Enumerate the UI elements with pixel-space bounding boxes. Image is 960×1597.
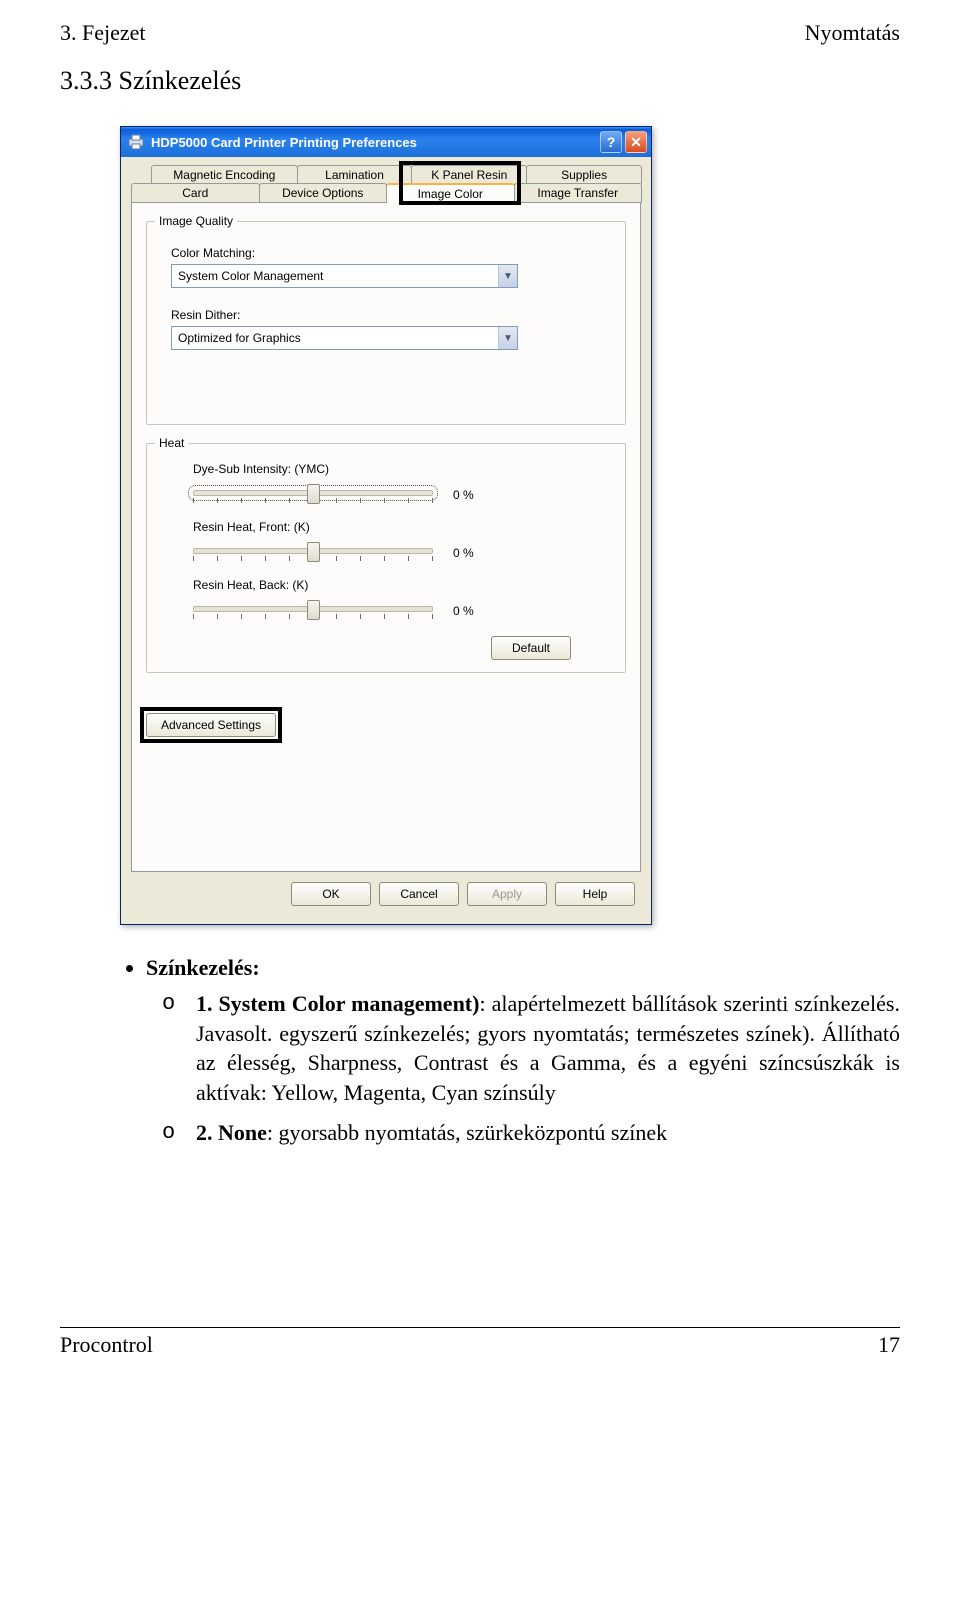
slider-dye-sub-intensity[interactable] xyxy=(193,480,433,510)
list-item: 1. System Color management): alapértelme… xyxy=(196,989,900,1108)
header-right: Nyomtatás xyxy=(805,20,900,46)
preferences-dialog: HDP5000 Card Printer Printing Preference… xyxy=(120,126,652,925)
bullet-section: Színkezelés: 1. System Color management)… xyxy=(120,955,900,1147)
tab-panel-image-color: Image Quality Color Matching: System Col… xyxy=(131,202,641,872)
resin-dither-value: Optimized for Graphics xyxy=(172,331,498,345)
slider-thumb-icon xyxy=(307,600,320,620)
default-button[interactable]: Default xyxy=(491,636,571,660)
page-footer: Procontrol 17 xyxy=(60,1327,900,1358)
item2-lead: 2. None xyxy=(196,1120,267,1145)
slider-label-ymc: Dye-Sub Intensity: (YMC) xyxy=(193,462,611,476)
ok-button[interactable]: OK xyxy=(291,882,371,906)
group-image-quality: Image Quality Color Matching: System Col… xyxy=(146,221,626,425)
slider-thumb-icon xyxy=(307,542,320,562)
chapter-label: 3. Fejezet xyxy=(60,20,146,46)
help-button[interactable]: Help xyxy=(555,882,635,906)
list-item: 2. None: gyorsabb nyomtatás, szürkeközpo… xyxy=(196,1118,900,1148)
section-title: 3.3.3 Színkezelés xyxy=(60,66,900,96)
chevron-down-icon: ▼ xyxy=(498,265,517,287)
tab-device-options[interactable]: Device Options xyxy=(259,183,388,203)
color-matching-label: Color Matching: xyxy=(171,246,611,260)
advanced-settings-button[interactable]: Advanced Settings xyxy=(146,713,276,737)
resin-dither-label: Resin Dither: xyxy=(171,308,611,322)
tab-image-transfer[interactable]: Image Transfer xyxy=(514,183,643,203)
footer-page-number: 17 xyxy=(878,1332,900,1358)
dialog-button-row: OK Cancel Apply Help xyxy=(131,872,641,914)
slider-label-back-k: Resin Heat, Back: (K) xyxy=(193,578,611,592)
tabs: Magnetic Encoding Lamination K Panel Res… xyxy=(131,165,641,872)
slider-value-ymc: 0 % xyxy=(453,488,493,502)
slider-resin-heat-back[interactable] xyxy=(193,596,433,626)
slider-label-front-k: Resin Heat, Front: (K) xyxy=(193,520,611,534)
tab-lamination[interactable]: Lamination xyxy=(297,165,413,184)
chevron-down-icon: ▼ xyxy=(498,327,517,349)
cancel-button[interactable]: Cancel xyxy=(379,882,459,906)
slider-value-back-k: 0 % xyxy=(453,604,493,618)
apply-button[interactable]: Apply xyxy=(467,882,547,906)
tab-card[interactable]: Card xyxy=(131,183,260,203)
titlebar[interactable]: HDP5000 Card Printer Printing Preference… xyxy=(121,127,651,157)
item1-lead: 1. System Color management) xyxy=(196,991,479,1016)
tab-supplies[interactable]: Supplies xyxy=(526,165,642,184)
item2-rest: : gyorsabb nyomtatás, szürkeközpontú szí… xyxy=(267,1120,667,1145)
slider-resin-heat-front[interactable] xyxy=(193,538,433,568)
color-matching-dropdown[interactable]: System Color Management ▼ xyxy=(171,264,518,288)
group-image-quality-legend: Image Quality xyxy=(155,214,237,228)
slider-thumb-icon xyxy=(307,484,320,504)
close-button[interactable]: ✕ xyxy=(625,131,647,153)
bullets-heading: Színkezelés: xyxy=(146,955,260,980)
tab-k-panel-resin[interactable]: K Panel Resin xyxy=(411,165,527,184)
resin-dither-dropdown[interactable]: Optimized for Graphics ▼ xyxy=(171,326,518,350)
group-heat: Heat Dye-Sub Intensity: (YMC) 0 % Resin … xyxy=(146,443,626,673)
tab-magnetic-encoding[interactable]: Magnetic Encoding xyxy=(151,165,298,184)
color-matching-value: System Color Management xyxy=(172,269,498,283)
group-heat-legend: Heat xyxy=(155,436,188,450)
printer-icon xyxy=(127,133,145,151)
slider-value-front-k: 0 % xyxy=(453,546,493,560)
tab-image-color[interactable]: Image Color xyxy=(386,183,515,203)
footer-left: Procontrol xyxy=(60,1332,153,1358)
help-title-button[interactable]: ? xyxy=(600,131,622,153)
window-title: HDP5000 Card Printer Printing Preference… xyxy=(151,135,600,150)
